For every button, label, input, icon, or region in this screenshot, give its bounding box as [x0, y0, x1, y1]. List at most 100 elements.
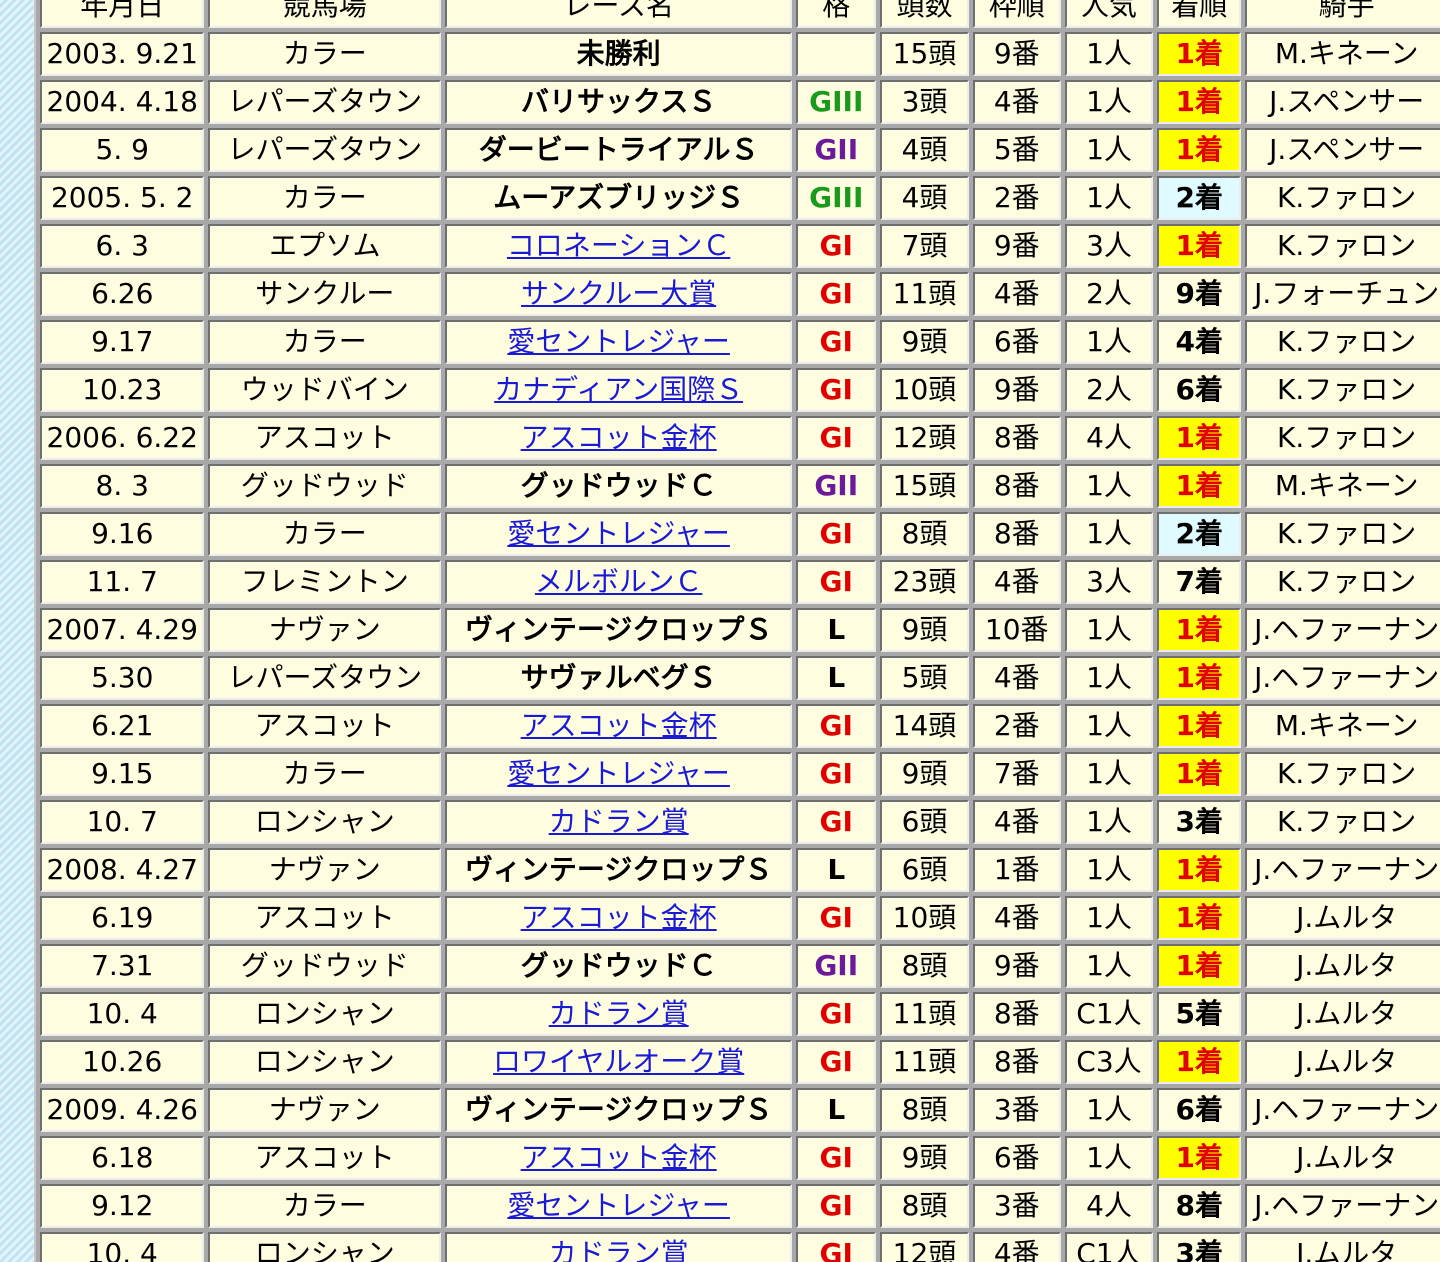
cell-popularity: 1人 — [1064, 752, 1154, 796]
cell-date: 7.31 — [40, 944, 205, 988]
page-background-strip — [0, 0, 34, 1262]
cell-jockey: M.キネーン — [1245, 32, 1440, 76]
cell-place: 1着 — [1157, 848, 1242, 892]
cell-date: 6.18 — [40, 1136, 205, 1180]
cell-date: 2004. 4.18 — [40, 80, 205, 124]
cell-grade — [796, 32, 877, 76]
race-link[interactable]: サンクルー大賞 — [521, 277, 716, 310]
cell-popularity: C3人 — [1064, 1040, 1154, 1084]
race-link[interactable]: カドラン賞 — [549, 997, 689, 1030]
cell-runners: 6頭 — [880, 800, 969, 844]
cell-date: 11. 7 — [40, 560, 205, 604]
cell-gate: 5番 — [972, 128, 1061, 172]
race-link[interactable]: アスコット金杯 — [521, 709, 717, 742]
cell-popularity: 1人 — [1064, 944, 1154, 988]
cell-date: 2008. 4.27 — [40, 848, 205, 892]
race-name: バリサックスＳ — [521, 85, 717, 118]
header-popularity: 人気 — [1064, 0, 1154, 28]
race-link[interactable]: カドラン賞 — [549, 1237, 689, 1262]
cell-date: 6. 3 — [40, 224, 205, 268]
cell-race: バリサックスＳ — [445, 80, 793, 124]
cell-date: 5.30 — [40, 656, 205, 700]
cell-grade: GI — [796, 800, 877, 844]
cell-jockey: K.ファロン — [1245, 176, 1440, 220]
cell-course: ナヴァン — [208, 608, 442, 652]
cell-date: 5. 9 — [40, 128, 205, 172]
cell-race: 愛セントレジャー — [445, 752, 793, 796]
cell-jockey: J.ムルタ — [1245, 1136, 1440, 1180]
race-link[interactable]: 愛セントレジャー — [507, 1189, 730, 1222]
table-row: 2005. 5. 2 カラー ムーアズブリッジＳ GIII 4頭 2番 1人 2着 K.ファロン — [40, 176, 1440, 220]
cell-race: カナディアン国際Ｓ — [445, 368, 793, 412]
cell-grade: GI — [796, 752, 877, 796]
cell-date: 2003. 9.21 — [40, 32, 205, 76]
cell-jockey: J.ムルタ — [1245, 992, 1440, 1036]
cell-course: レパーズタウン — [208, 656, 442, 700]
cell-place: 8着 — [1157, 1184, 1242, 1228]
cell-popularity: 2人 — [1064, 272, 1154, 316]
cell-popularity: 1人 — [1064, 656, 1154, 700]
cell-jockey: J.ヘファーナン — [1245, 1088, 1440, 1132]
race-link[interactable]: カナディアン国際Ｓ — [494, 373, 743, 406]
cell-runners: 9頭 — [880, 752, 969, 796]
cell-grade: GIII — [796, 176, 877, 220]
cell-runners: 8頭 — [880, 944, 969, 988]
race-link[interactable]: 愛セントレジャー — [507, 325, 730, 358]
cell-grade: GI — [796, 1232, 877, 1262]
cell-race: アスコット金杯 — [445, 1136, 793, 1180]
cell-race: ヴィンテージクロップＳ — [445, 1088, 793, 1132]
cell-gate: 6番 — [972, 320, 1061, 364]
cell-place: 1着 — [1157, 32, 1242, 76]
cell-jockey: J.ヘファーナン — [1245, 656, 1440, 700]
cell-race: アスコット金杯 — [445, 704, 793, 748]
cell-place: 3着 — [1157, 1232, 1242, 1262]
race-link[interactable]: 愛セントレジャー — [507, 757, 730, 790]
cell-grade: GI — [796, 992, 877, 1036]
cell-course: カラー — [208, 1184, 442, 1228]
cell-grade: GII — [796, 944, 877, 988]
cell-jockey: J.ムルタ — [1245, 1232, 1440, 1262]
cell-course: ロンシャン — [208, 800, 442, 844]
race-link[interactable]: ロワイヤルオーク賞 — [493, 1045, 744, 1078]
cell-race: 未勝利 — [445, 32, 793, 76]
cell-place: 9着 — [1157, 272, 1242, 316]
cell-runners: 12頭 — [880, 1232, 969, 1262]
cell-jockey: J.ヘファーナン — [1245, 1184, 1440, 1228]
race-link[interactable]: メルボルンＣ — [535, 565, 702, 598]
cell-date: 9.15 — [40, 752, 205, 796]
cell-jockey: K.ファロン — [1245, 416, 1440, 460]
cell-date: 2007. 4.29 — [40, 608, 205, 652]
race-link[interactable]: アスコット金杯 — [521, 421, 717, 454]
cell-course: レパーズタウン — [208, 128, 442, 172]
cell-course: ロンシャン — [208, 1040, 442, 1084]
cell-race: メルボルンＣ — [445, 560, 793, 604]
cell-popularity: 1人 — [1064, 800, 1154, 844]
table-row: 2008. 4.27 ナヴァン ヴィンテージクロップＳ L 6頭 1番 1人 1着 J.ヘファー… — [40, 848, 1440, 892]
cell-gate: 9番 — [972, 944, 1061, 988]
cell-place: 2着 — [1157, 512, 1242, 556]
cell-place: 1着 — [1157, 896, 1242, 940]
cell-race: ヴィンテージクロップＳ — [445, 608, 793, 652]
table-row: 9.15 カラー 愛セントレジャー GI 9頭 7番 1人 1着 K.ファロン — [40, 752, 1440, 796]
header-date: 年月日 — [40, 0, 205, 28]
race-link[interactable]: アスコット金杯 — [521, 901, 717, 934]
race-link[interactable]: カドラン賞 — [549, 805, 689, 838]
table-row: 5. 9 レパーズタウン ダービートライアルＳ GII 4頭 5番 1人 1着 J.スペンサー — [40, 128, 1440, 172]
cell-race: コロネーションＣ — [445, 224, 793, 268]
cell-popularity: 3人 — [1064, 560, 1154, 604]
race-link[interactable]: アスコット金杯 — [521, 1141, 717, 1174]
cell-place: 1着 — [1157, 704, 1242, 748]
race-link[interactable]: コロネーションＣ — [507, 229, 730, 262]
header-gate: 枠順 — [972, 0, 1061, 28]
cell-popularity: 4人 — [1064, 1184, 1154, 1228]
cell-grade: GI — [796, 560, 877, 604]
race-link[interactable]: 愛セントレジャー — [507, 517, 730, 550]
cell-date: 9.16 — [40, 512, 205, 556]
race-name: ムーアズブリッジＳ — [493, 181, 745, 214]
cell-course: ロンシャン — [208, 1232, 442, 1262]
header-row: 年月日 競馬場 レース名 格 頭数 枠順 人気 着順 騎手 — [40, 0, 1440, 28]
cell-gate: 2番 — [972, 704, 1061, 748]
cell-runners: 23頭 — [880, 560, 969, 604]
cell-course: アスコット — [208, 1136, 442, 1180]
cell-popularity: 1人 — [1064, 464, 1154, 508]
